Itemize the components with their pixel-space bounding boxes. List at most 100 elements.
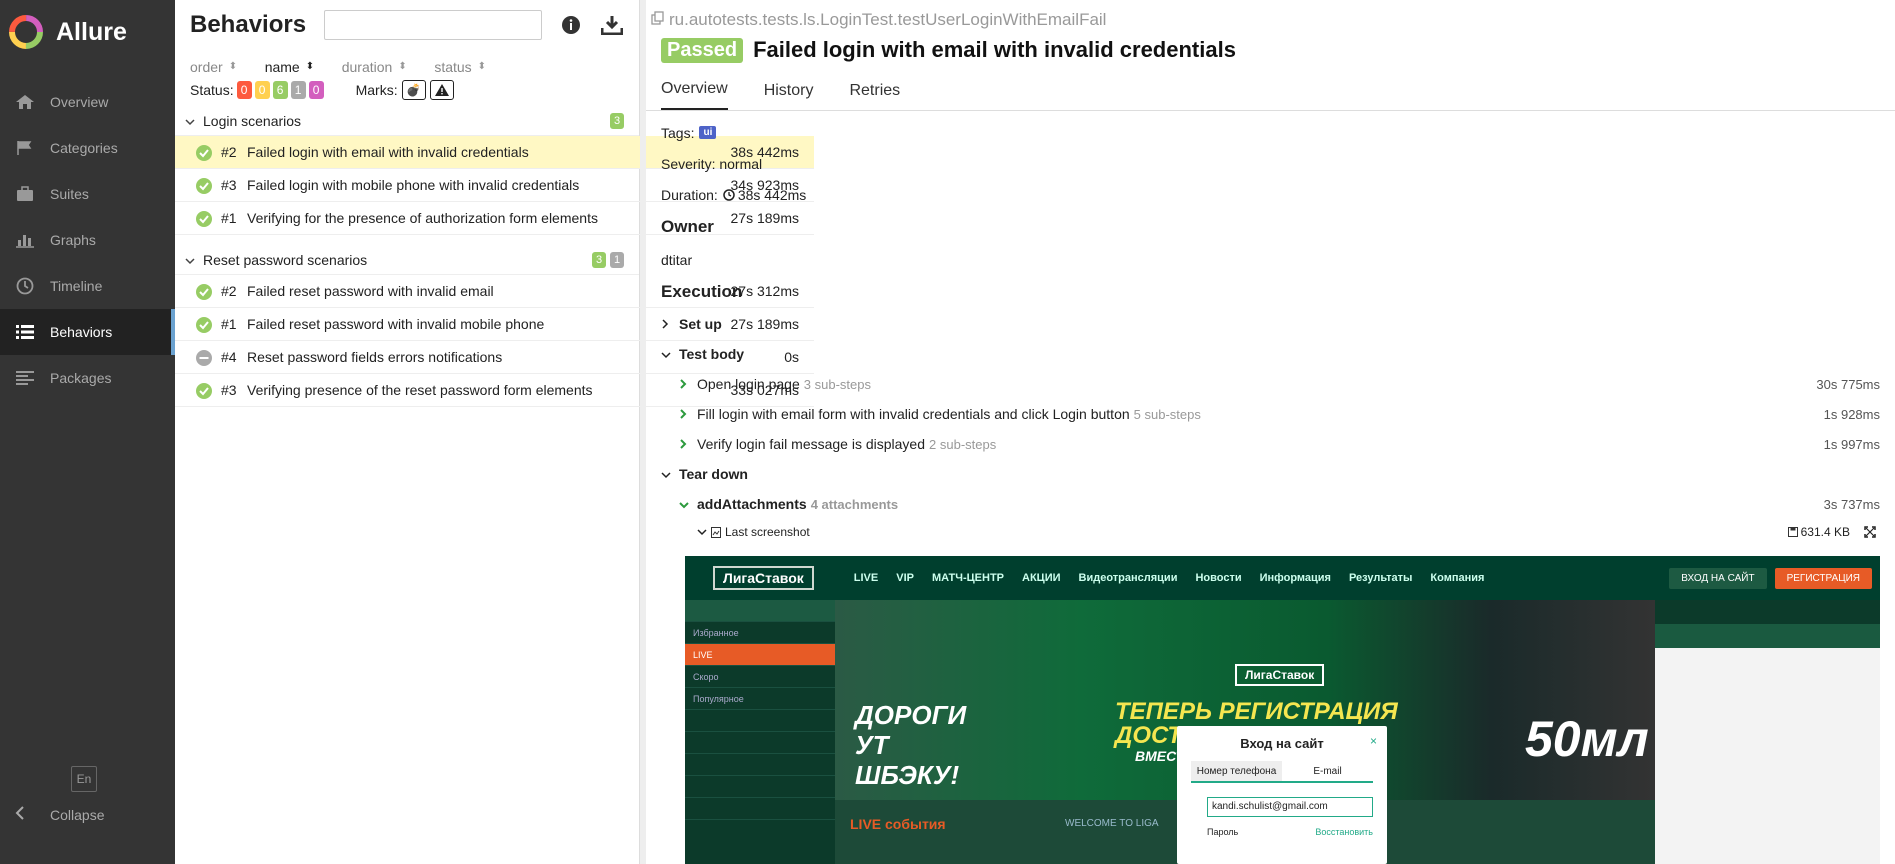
group-name: Login scenarios [203,112,302,129]
attachments-step[interactable]: addAttachments 4 attachments 3s 737ms [661,489,1880,519]
screenshot-preview[interactable]: ЛигаСтавок LIVE VIP МАТЧ-ЦЕНТР АКЦИИ Вид… [685,556,1880,864]
status-filter-broken[interactable]: 0 [254,81,270,99]
owner-value: dtitar [661,251,693,268]
nav-item-categories[interactable]: Categories [0,125,175,171]
flag-icon [12,138,38,158]
nav-label: Behaviors [50,324,113,340]
clock-icon [12,276,38,296]
chevron-down-icon [661,346,673,362]
site-login-button: ВХОД НА САЙТ [1669,567,1767,589]
section-label: Tear down [679,466,748,482]
nav-label: Suites [50,186,89,202]
briefcase-icon [12,184,38,204]
test-detail-pane: ru.autotests.tests.ls.LoginTest.testUser… [640,0,1895,864]
chevron-down-icon [697,525,707,539]
sort-by-order[interactable]: order ⬍ [190,56,237,78]
attachment-name: Last screenshot [725,525,810,539]
chevron-right-icon [679,376,691,392]
step-row[interactable]: Fill login with email form with invalid … [661,399,1880,429]
nav-item-packages[interactable]: Packages [0,355,175,401]
passed-status-icon [196,211,212,227]
sort-by-status[interactable]: status ⬍ [434,56,486,78]
language-switch[interactable]: En [71,766,97,792]
brand-name: Allure [56,17,127,46]
step-row[interactable]: Verify login fail message is displayed 2 … [661,429,1880,459]
status-label: Status: [190,82,234,98]
tree-group: Reset password scenarios 3 1 #2 Failed r… [175,245,814,407]
nav-menu: Overview Categories Suites Graphs Timeli… [0,79,175,401]
chevron-right-icon [679,436,691,452]
sort-arrows-icon: ⬍ [228,61,238,72]
test-title: Failed login with email with invalid cre… [753,37,1236,62]
search-input[interactable] [324,10,542,40]
duration-label: Duration: [661,186,718,203]
status-filter-passed[interactable]: 6 [272,81,288,99]
mark-new-failed-filter[interactable] [429,80,454,100]
status-filter-unknown[interactable]: 0 [308,81,324,99]
collapse-label: Collapse [50,806,105,823]
expand-icon[interactable] [1864,526,1876,538]
site-welcome: WELCOME TO LIGA [1065,818,1159,829]
marks-label: Marks: [355,82,398,98]
status-filters: Status: 0 0 6 1 0 Marks: 💣 [175,78,639,102]
nav-item-overview[interactable]: Overview [0,79,175,125]
nav-item-graphs[interactable]: Graphs [0,217,175,263]
section-label: Set up [679,316,722,332]
test-body-section[interactable]: Test body [661,339,1880,369]
status-filter-failed[interactable]: 0 [236,81,252,99]
image-file-icon [711,526,721,538]
site-live-heading: LIVE события [850,816,946,832]
attachment-row[interactable]: Last screenshot 631.4 KB [661,519,1880,545]
row-number: #1 [221,316,237,332]
attachment-size: 631.4 KB [1800,525,1850,539]
warning-icon [434,84,449,96]
tags-line: Tags: ui [661,117,1880,148]
row-number: #4 [221,349,237,365]
bar-chart-icon [12,230,38,250]
step-row[interactable]: Open login page 3 sub-steps 30s 775ms [661,369,1880,399]
sort-by-name[interactable]: name ⬍ [265,56,314,78]
mark-flaky-filter[interactable]: 💣 [401,80,426,100]
setup-section[interactable]: Set up [661,309,1880,339]
info-icon[interactable] [560,13,583,37]
step-sub-count: 5 sub-steps [1133,407,1201,422]
tab-history[interactable]: History [764,82,814,110]
step-duration: 1s 997ms [1823,436,1880,452]
download-icon[interactable] [601,13,624,37]
sort-by-duration[interactable]: duration ⬍ [342,56,407,78]
collapse-button[interactable]: Collapse [14,806,104,823]
row-number: #2 [221,283,237,299]
group-header-login[interactable]: Login scenarios 3 [175,106,639,136]
row-number: #3 [221,177,237,193]
status-filter-skipped[interactable]: 1 [290,81,306,99]
row-number: #3 [221,382,237,398]
nav-label: Categories [50,140,118,156]
duration-line: Duration: 38s 442ms [661,179,1880,210]
group-header-reset-password[interactable]: Reset password scenarios 3 1 [175,245,639,275]
duration-value: 38s 442ms [737,186,807,203]
save-icon[interactable] [1787,527,1798,537]
chevron-down-icon [185,113,197,129]
site-login-modal: Вход на сайт × Номер телефона E-mail kand… [1177,726,1387,864]
group-count-badge: 3 [592,251,606,268]
nav-item-suites[interactable]: Suites [0,171,175,217]
nav-item-behaviors[interactable]: Behaviors [0,309,175,355]
nav-item-timeline[interactable]: Timeline [0,263,175,309]
step-name: addAttachments [697,496,807,512]
skipped-status-icon [196,350,212,366]
step-sub-count: 2 sub-steps [929,437,997,452]
status-badge: Passed [661,37,744,63]
tab-retries[interactable]: Retries [849,82,900,110]
chevron-left-icon [14,806,34,823]
passed-status-icon [196,383,212,399]
brand[interactable]: Allure [0,0,175,64]
nav-label: Graphs [50,232,96,248]
copy-icon[interactable] [651,10,665,30]
nav-label: Timeline [50,278,103,294]
tear-down-section[interactable]: Tear down [661,459,1880,489]
chevron-down-icon [661,466,673,482]
tree-group: Login scenarios 3 #2 Failed login with e… [175,106,814,235]
tag-badge: ui [699,126,717,139]
tab-overview[interactable]: Overview [661,80,728,110]
detail-tabs: Overview History Retries [646,68,1895,111]
